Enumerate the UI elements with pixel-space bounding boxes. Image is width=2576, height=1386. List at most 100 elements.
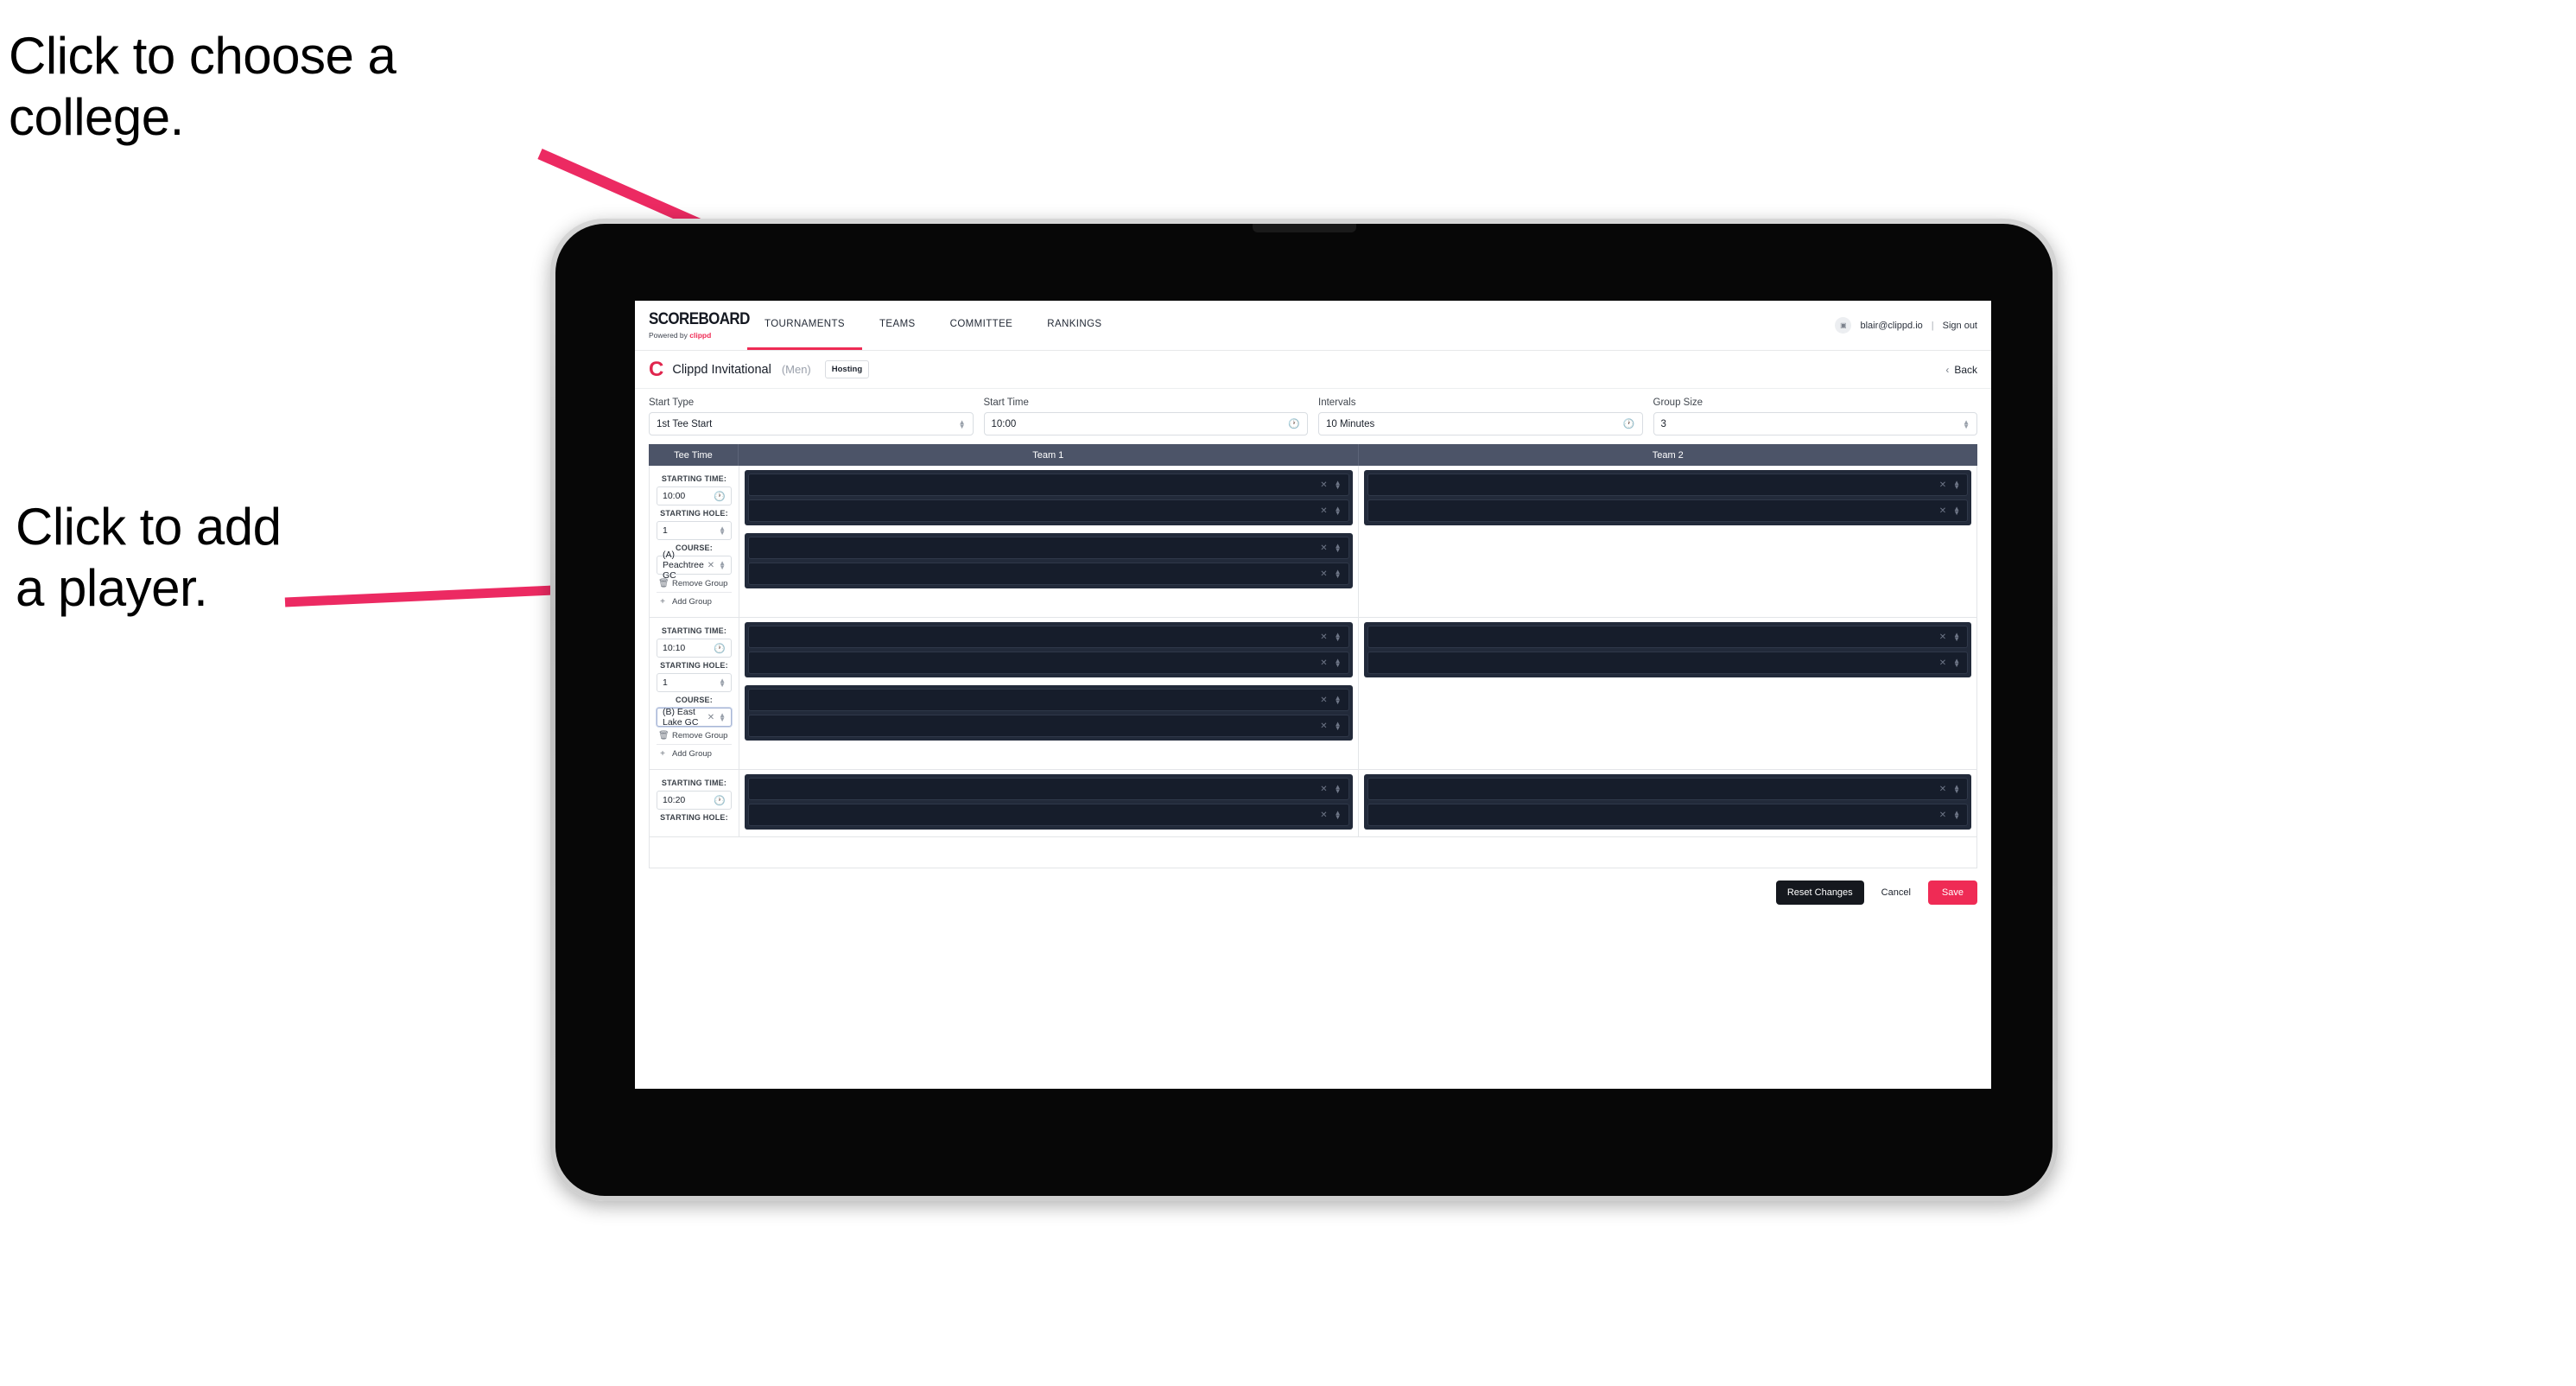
- chevron-updown-icon[interactable]: ▲ ▼: [1953, 505, 1960, 517]
- player-select[interactable]: ✕ ▲ ▼: [748, 563, 1349, 585]
- clear-icon[interactable]: ✕: [1320, 633, 1327, 642]
- field-intervals-label: Intervals: [1318, 397, 1356, 408]
- clippd-c-icon: C: [649, 357, 664, 381]
- clear-icon[interactable]: ✕: [1320, 480, 1327, 490]
- player-select[interactable]: ✕ ▲ ▼: [748, 474, 1349, 496]
- scoreboard-logo[interactable]: SCOREBOARD Powered by clippd: [635, 301, 750, 350]
- player-select[interactable]: ✕ ▲ ▼: [748, 804, 1349, 826]
- chevron-updown-icon[interactable]: ▲ ▼: [1335, 658, 1342, 669]
- course-select[interactable]: (A) Peachtree GC ✕ ▲ ▼: [657, 550, 732, 581]
- player-select[interactable]: ✕ ▲ ▼: [748, 652, 1349, 674]
- add-group-label: Add Group: [672, 749, 712, 759]
- back-button[interactable]: ‹ Back: [1945, 364, 1977, 376]
- clear-icon[interactable]: ✕: [1939, 633, 1946, 642]
- nav-item-tournaments[interactable]: TOURNAMENTS: [747, 301, 862, 350]
- chevron-updown-icon[interactable]: ▲ ▼: [1953, 784, 1960, 795]
- save-button[interactable]: Save: [1927, 881, 1977, 905]
- starting-hole-stepper[interactable]: 1 ▲ ▼: [657, 673, 732, 692]
- chevron-updown-icon[interactable]: ▲ ▼: [1335, 505, 1342, 517]
- clear-icon[interactable]: ✕: [1320, 506, 1327, 516]
- player-group-panel: ✕ ▲ ▼ ✕ ▲ ▼: [745, 774, 1353, 830]
- tee-sheet-table-body[interactable]: STARTING TIME: 10:00 🕐 STARTING HOLE: 1 ▲ ▼ COU…: [649, 466, 1977, 868]
- course-value: (B) East Lake GC: [663, 707, 699, 728]
- screenshot-stage: Click to choose a college. Click to add …: [0, 0, 2576, 1386]
- clock-icon: 🕐: [714, 491, 726, 502]
- logo-tagline-brand: clippd: [689, 331, 712, 340]
- starting-time-input[interactable]: 10:10 🕐: [657, 639, 732, 658]
- nav-item-rankings[interactable]: RANKINGS: [1030, 301, 1119, 350]
- start-type-select[interactable]: 1st Tee Start ▲ ▼: [649, 412, 974, 436]
- avatar-icon[interactable]: ▣: [1835, 317, 1852, 334]
- player-select[interactable]: ✕ ▲ ▼: [1367, 499, 1968, 522]
- field-start-time-label: Start Time: [983, 397, 1029, 408]
- starting-time-input[interactable]: 10:20 🕐: [657, 791, 732, 810]
- chevron-updown-icon[interactable]: ▲ ▼: [1953, 632, 1960, 643]
- clear-icon[interactable]: ✕: [707, 561, 714, 570]
- chevron-updown-icon: ▲ ▼: [719, 711, 726, 723]
- annotation-choose-college: Click to choose a college.: [9, 27, 397, 146]
- chevron-updown-icon[interactable]: ▲ ▼: [1335, 695, 1342, 706]
- player-select[interactable]: ✕ ▲ ▼: [748, 689, 1349, 711]
- tee-sheet-settings-row: Start Type 1st Tee Start ▲ ▼ Start Time 1…: [635, 389, 1991, 442]
- starting-time-input[interactable]: 10:00 🕐: [657, 486, 732, 505]
- chevron-updown-icon[interactable]: ▲ ▼: [1335, 543, 1342, 554]
- chevron-updown-icon: ▲ ▼: [719, 677, 726, 689]
- player-select[interactable]: ✕ ▲ ▼: [1367, 652, 1968, 674]
- reset-changes-button[interactable]: Reset Changes: [1775, 881, 1864, 905]
- nav-item-committee[interactable]: COMMITTEE: [933, 301, 1031, 350]
- chevron-updown-icon[interactable]: ▲ ▼: [1335, 721, 1342, 732]
- clear-icon[interactable]: ✕: [1320, 811, 1327, 820]
- chevron-updown-icon[interactable]: ▲ ▼: [1953, 658, 1960, 669]
- clear-icon[interactable]: ✕: [1320, 544, 1327, 553]
- group-size-stepper[interactable]: 3 ▲ ▼: [1653, 412, 1977, 436]
- tee-time-cell: STARTING TIME: 10:00 🕐 STARTING HOLE: 1 ▲ ▼ COU…: [650, 466, 739, 617]
- column-header-team-2: Team 2: [1652, 449, 1684, 461]
- starting-hole-value: 1: [663, 525, 668, 536]
- chevron-updown-icon[interactable]: ▲ ▼: [1953, 810, 1960, 821]
- clear-icon[interactable]: ✕: [1939, 658, 1946, 668]
- player-select[interactable]: ✕ ▲ ▼: [748, 626, 1349, 648]
- clear-icon[interactable]: ✕: [1939, 506, 1946, 516]
- player-select[interactable]: ✕ ▲ ▼: [1367, 804, 1968, 826]
- add-group-button[interactable]: + Add Group: [657, 745, 732, 762]
- field-group-size: Group Size 3 ▲ ▼: [1653, 397, 1977, 436]
- clear-icon[interactable]: ✕: [1320, 785, 1327, 794]
- intervals-input[interactable]: 10 Minutes 🕐: [1318, 412, 1643, 436]
- chevron-updown-icon[interactable]: ▲ ▼: [1335, 569, 1342, 580]
- player-select[interactable]: ✕ ▲ ▼: [748, 499, 1349, 522]
- chevron-updown-icon[interactable]: ▲ ▼: [1335, 810, 1342, 821]
- clear-icon[interactable]: ✕: [1320, 722, 1327, 731]
- course-select[interactable]: (B) East Lake GC ✕ ▲ ▼: [657, 707, 732, 728]
- starting-hole-stepper[interactable]: 1 ▲ ▼: [657, 521, 732, 540]
- clear-icon[interactable]: ✕: [1320, 696, 1327, 705]
- player-select[interactable]: ✕ ▲ ▼: [748, 715, 1349, 737]
- remove-group-button[interactable]: 🗑 Remove Group: [657, 727, 732, 745]
- column-header-team-1: Team 1: [739, 444, 1359, 466]
- player-select-icons: ✕ ▲ ▼: [1320, 784, 1342, 795]
- add-group-button[interactable]: + Add Group: [657, 593, 732, 610]
- start-time-input[interactable]: 10:00 🕐: [983, 412, 1308, 436]
- annotation-add-player: Click to add a player.: [16, 498, 282, 617]
- nav-item-teams[interactable]: TEAMS: [862, 301, 933, 350]
- clear-icon[interactable]: ✕: [1320, 658, 1327, 668]
- chevron-updown-icon[interactable]: ▲ ▼: [1335, 784, 1342, 795]
- tablet-top-notch: [1252, 224, 1356, 232]
- player-select[interactable]: ✕ ▲ ▼: [748, 778, 1349, 800]
- chevron-updown-icon[interactable]: ▲ ▼: [1335, 632, 1342, 643]
- sign-out-link[interactable]: Sign out: [1943, 321, 1977, 331]
- chevron-left-icon: ‹: [1945, 363, 1950, 376]
- player-select[interactable]: ✕ ▲ ▼: [1367, 626, 1968, 648]
- player-select[interactable]: ✕ ▲ ▼: [748, 537, 1349, 559]
- player-select[interactable]: ✕ ▲ ▼: [1367, 474, 1968, 496]
- chevron-updown-icon[interactable]: ▲ ▼: [1953, 480, 1960, 491]
- intervals-value: 10 Minutes: [1326, 418, 1375, 429]
- clear-icon[interactable]: ✕: [1320, 569, 1327, 579]
- cancel-button[interactable]: Cancel: [1868, 881, 1925, 905]
- clear-icon[interactable]: ✕: [707, 713, 714, 722]
- chevron-updown-icon[interactable]: ▲ ▼: [1335, 480, 1342, 491]
- player-select-icons: ✕ ▲ ▼: [1939, 658, 1960, 669]
- clear-icon[interactable]: ✕: [1939, 811, 1946, 820]
- clear-icon[interactable]: ✕: [1939, 480, 1946, 490]
- clear-icon[interactable]: ✕: [1939, 785, 1946, 794]
- player-select[interactable]: ✕ ▲ ▼: [1367, 778, 1968, 800]
